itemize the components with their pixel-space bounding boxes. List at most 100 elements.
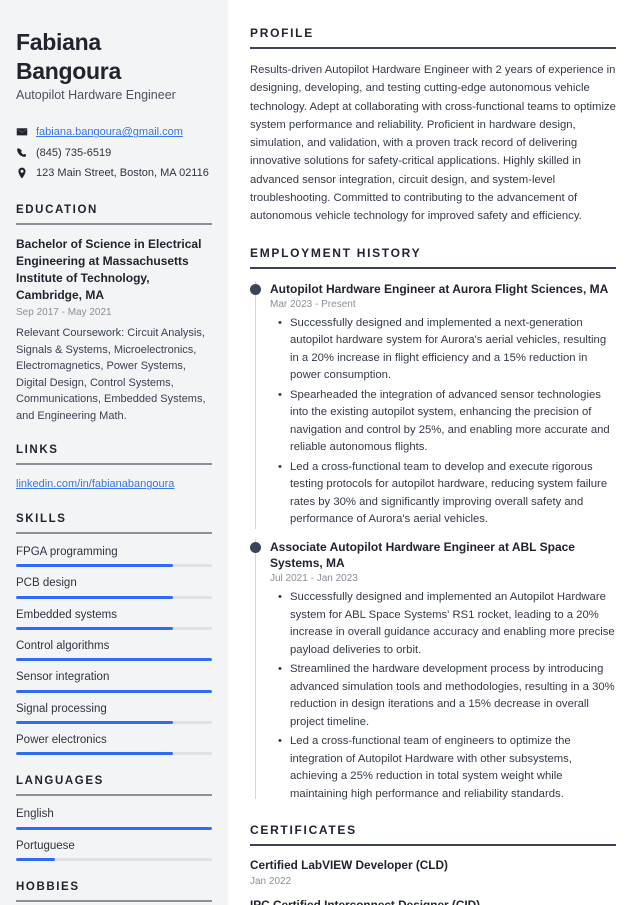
timeline-dot-icon [250,541,261,553]
skill-item: Sensor integration [16,670,212,693]
employment-bullet: Spearheaded the integration of advanced … [278,387,616,457]
skill-item: Signal processing [16,702,212,725]
section-languages: LANGUAGES English Portuguese [16,775,212,862]
section-skills: SKILLS FPGA programming PCB design Embedde… [16,513,212,756]
main-content: PROFILE Results-driven Autopilot Hardwar… [228,0,640,905]
profile-text: Results-driven Autopilot Hardware Engine… [250,64,616,223]
skill-label: FPGA programming [16,545,118,558]
last-name: Bangoura [16,57,121,84]
employment-bullet: Successfully designed and implemented a … [278,315,616,385]
skills-heading: SKILLS [16,512,67,525]
employment-bullet: Led a cross-functional team to develop a… [278,459,616,529]
resume-page: Fabiana Bangoura Autopilot Hardware Engi… [0,0,640,905]
skill-level-fill [16,721,173,725]
certificates-heading: CERTIFICATES [250,823,357,838]
section-certificates: CERTIFICATES Certified LabVIEW Developer… [250,823,616,905]
contact-email-row: fabiana.bangoura@gmail.com [16,125,212,139]
language-label: Portuguese [16,839,75,852]
education-divider [16,223,212,226]
skill-level-fill [16,564,173,568]
links-divider [16,463,212,466]
skill-item: FPGA programming [16,545,212,568]
skill-label: Signal processing [16,702,107,715]
employment-date: Mar 2023 - Present [270,298,356,310]
employment-bullet: Streamlined the hardware development pro… [278,661,616,731]
language-level-fill [16,858,56,862]
certificate-item: Certified LabVIEW Developer (CLD) Jan 202… [250,858,616,887]
education-heading: EDUCATION [16,204,98,217]
employment-heading: EMPLOYMENT HISTORY [250,245,422,260]
language-label: English [16,808,54,821]
section-education: EDUCATION Bachelor of Science in Electri… [16,204,212,424]
section-links: LINKS linkedin.com/in/fabianabangoura [16,444,212,493]
skill-level-fill [16,658,212,662]
skill-level-track [16,626,212,630]
timeline-dot-icon [250,283,261,295]
skill-level-track [16,595,212,599]
contact-address-row: 123 Main Street, Boston, MA 02116 [16,166,212,180]
candidate-name: Fabiana Bangoura [16,28,212,85]
employment-title: Associate Autopilot Hardware Engineer at… [270,539,575,571]
hobbies-heading: HOBBIES [16,881,80,894]
languages-list: English Portuguese [16,807,212,862]
employment-entry: Autopilot Hardware Engineer at Aurora Fl… [250,280,616,530]
skill-level-fill [16,595,173,599]
employment-bullet: Led a cross-functional team of engineers… [278,733,616,803]
employment-bullet-list: Successfully designed and implemented an… [270,589,616,803]
languages-divider [16,794,212,797]
certificates-divider [250,844,616,847]
languages-heading: LANGUAGES [16,775,104,788]
profile-heading: PROFILE [250,26,314,40]
skill-level-track [16,721,212,725]
certificate-item: IPC Certified Interconnect Designer (CID… [250,898,616,905]
section-hobbies: HOBBIES [16,881,212,903]
employment-bullet-list: Successfully designed and implemented a … [270,315,616,529]
skill-item: Control algorithms [16,639,212,662]
envelope-icon [16,126,28,138]
employment-timeline: Autopilot Hardware Engineer at Aurora Fl… [250,280,616,804]
contact-phone-row: (845) 735-6519 [16,146,212,160]
email-link[interactable]: fabiana.bangoura@gmail.com [36,125,183,139]
map-pin-icon [16,167,28,179]
skill-level-track [16,564,212,568]
section-employment: EMPLOYMENT HISTORY Autopilot Hardware En… [250,246,616,804]
employment-divider [250,266,616,269]
skill-label: Power electronics [16,734,107,747]
sidebar: Fabiana Bangoura Autopilot Hardware Engi… [0,0,228,905]
education-date: Sep 2017 - May 2021 [16,307,112,319]
education-entry: Bachelor of Science in Electrical Engine… [16,236,212,424]
language-level-fill [16,826,212,830]
employment-title: Autopilot Hardware Engineer at Aurora Fl… [270,281,609,296]
skill-level-track [16,658,212,662]
certificate-title: Certified LabVIEW Developer (CLD) [250,858,448,873]
skill-level-fill [16,626,173,630]
skills-divider [16,531,212,534]
links-list: linkedin.com/in/fabianabangoura [16,476,212,493]
first-name: Fabiana [16,29,101,55]
education-description: Relevant Coursework: Circuit Analysis, S… [16,327,206,422]
candidate-job-title: Autopilot Hardware Engineer [16,88,176,103]
linkedin-link[interactable]: linkedin.com/in/fabianabangoura [16,478,174,490]
phone-value: (845) 735-6519 [36,146,112,159]
certificate-title: IPC Certified Interconnect Designer (CID… [250,898,616,905]
skills-list: FPGA programming PCB design Embedded syste… [16,545,212,756]
certificate-date: Jan 2022 [250,876,292,888]
section-profile: PROFILE Results-driven Autopilot Hardwar… [250,26,616,226]
language-item: Portuguese [16,839,212,862]
employment-date: Jul 2021 - Jan 2023 [270,573,358,585]
certificates-list: Certified LabVIEW Developer (CLD) Jan 202… [250,858,616,905]
language-level-track [16,858,212,862]
skill-item: PCB design [16,576,212,599]
skill-level-fill [16,752,173,756]
skill-level-track [16,689,212,693]
education-degree: Bachelor of Science in Electrical Engine… [16,237,202,303]
employment-entry: Associate Autopilot Hardware Engineer at… [250,538,616,803]
contact-list: fabiana.bangoura@gmail.com (845) 735-651… [16,125,212,180]
skill-label: Sensor integration [16,671,110,684]
profile-divider [250,47,616,49]
skill-label: PCB design [16,577,77,590]
skill-level-fill [16,689,212,693]
skill-label: Control algorithms [16,639,110,652]
phone-icon [16,147,28,159]
hobbies-divider [16,900,212,903]
